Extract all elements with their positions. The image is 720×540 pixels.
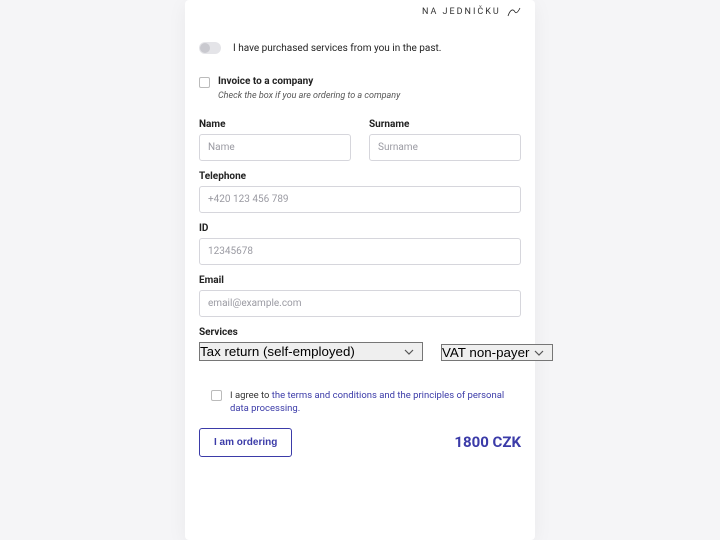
service-select[interactable]: Tax return (self-employed): [199, 342, 423, 361]
name-field-group: Name: [199, 119, 351, 161]
handwriting-icon: [507, 6, 521, 18]
price-display: 1800 CZK: [454, 433, 521, 451]
company-invoice-hint: Check the box if you are ordering to a c…: [218, 91, 521, 101]
company-invoice-checkbox[interactable]: [199, 77, 210, 88]
services-field-group: Services: [199, 327, 521, 338]
telephone-input[interactable]: [199, 186, 521, 213]
id-input[interactable]: [199, 238, 521, 265]
past-purchase-toggle[interactable]: [199, 42, 221, 54]
past-purchase-row: I have purchased services from you in th…: [199, 42, 521, 54]
terms-link[interactable]: the terms and conditions and the princip…: [230, 390, 504, 414]
surname-field-group: Surname: [369, 119, 521, 161]
surname-label: Surname: [369, 119, 521, 130]
past-purchase-label: I have purchased services from you in th…: [233, 43, 441, 54]
email-input[interactable]: [199, 290, 521, 317]
email-label: Email: [199, 275, 521, 286]
name-input[interactable]: [199, 134, 351, 161]
company-invoice-row: Invoice to a company: [199, 76, 521, 88]
brand-text: NA JEDNIČKU: [422, 7, 501, 17]
company-invoice-label: Invoice to a company: [218, 76, 313, 87]
surname-input[interactable]: [369, 134, 521, 161]
agree-row: I agree to the terms and conditions and …: [211, 389, 509, 416]
id-field-group: ID: [199, 223, 521, 265]
vat-select[interactable]: VAT non-payer: [441, 344, 553, 361]
services-label: Services: [199, 327, 521, 338]
agree-checkbox[interactable]: [211, 390, 222, 401]
agree-text-wrap: I agree to the terms and conditions and …: [230, 389, 509, 416]
footer-row: I am ordering 1800 CZK: [199, 428, 521, 457]
telephone-label: Telephone: [199, 171, 521, 182]
order-form-card: NA JEDNIČKU I have purchased services fr…: [185, 0, 535, 540]
services-row: Tax return (self-employed) VAT non-payer: [199, 342, 521, 361]
name-label: Name: [199, 119, 351, 130]
id-label: ID: [199, 223, 521, 234]
telephone-field-group: Telephone: [199, 171, 521, 213]
email-field-group: Email: [199, 275, 521, 317]
name-surname-row: Name Surname: [199, 119, 521, 171]
brand-logo: NA JEDNIČKU: [199, 0, 521, 20]
order-button[interactable]: I am ordering: [199, 428, 292, 457]
agree-prefix: I agree to: [230, 390, 272, 401]
